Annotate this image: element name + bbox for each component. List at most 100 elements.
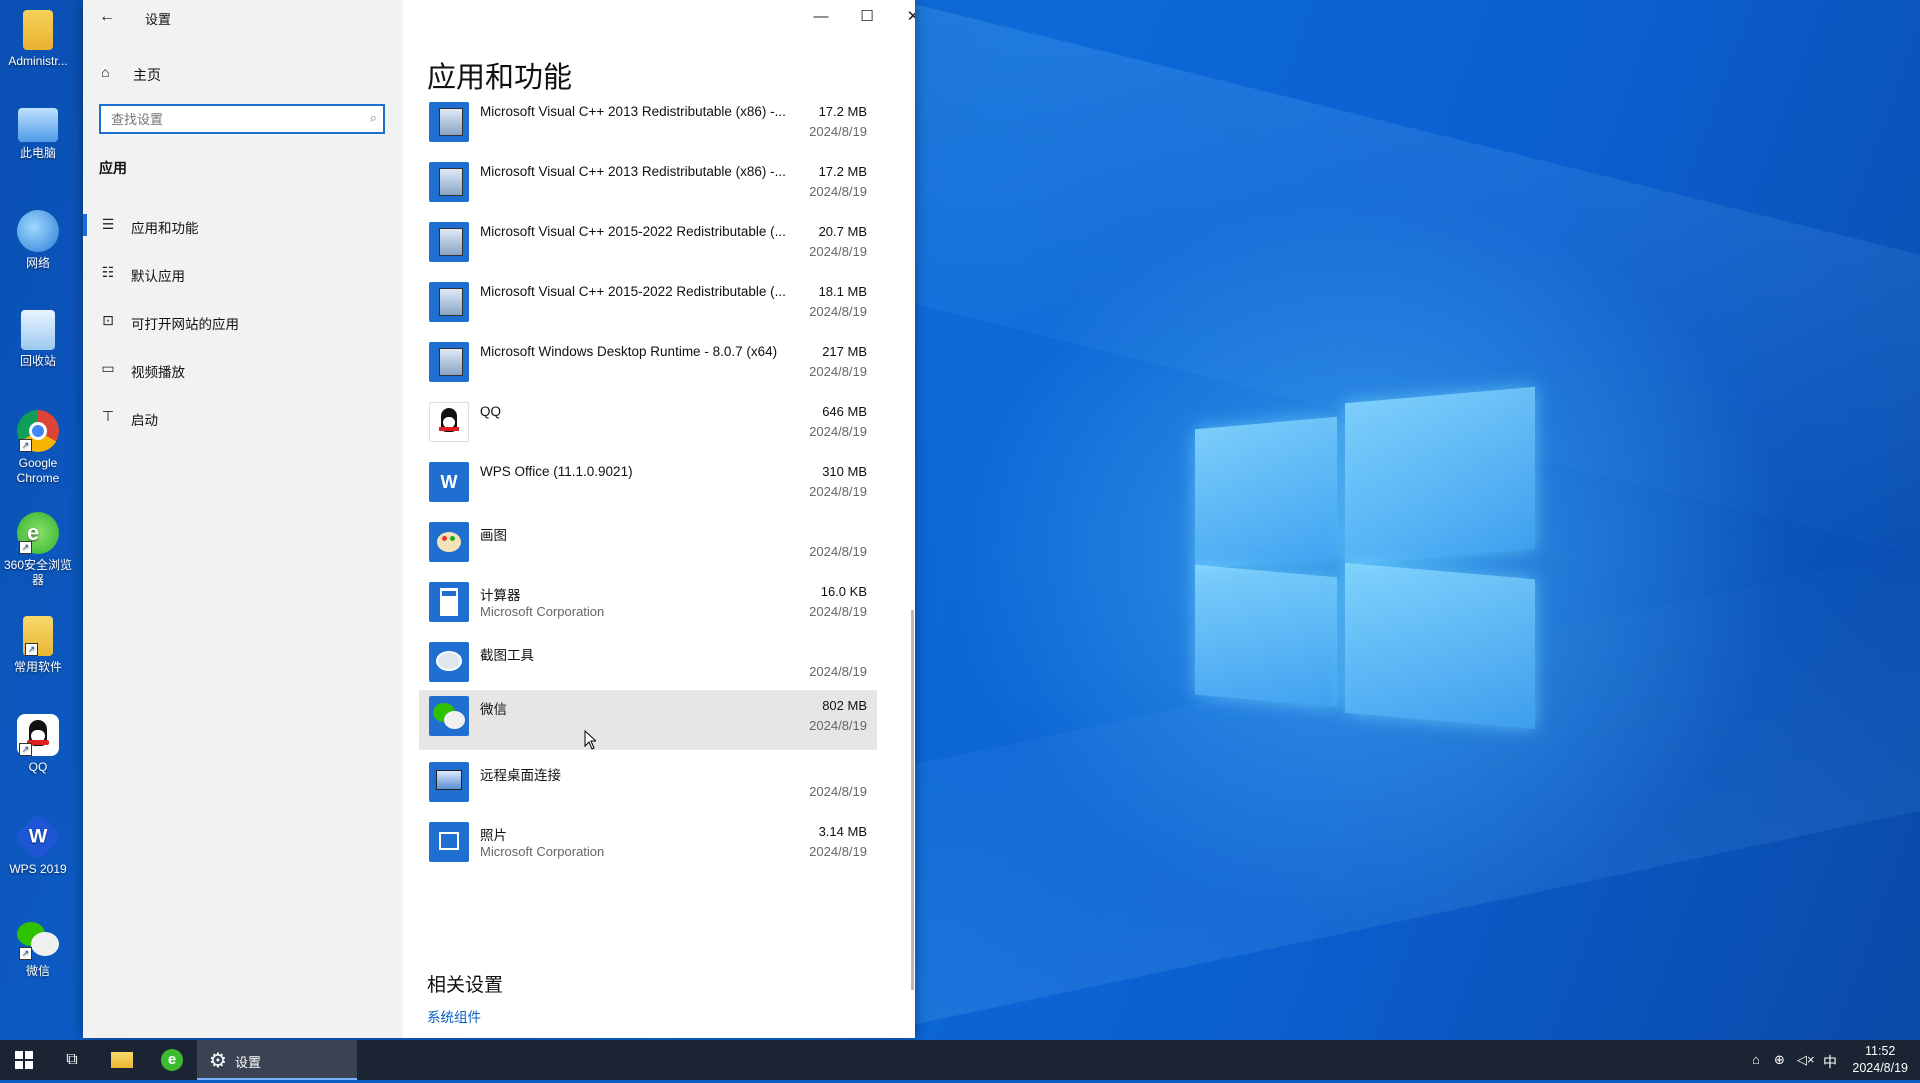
app-size: 217 MB <box>822 344 867 359</box>
app-install-date: 2024/8/19 <box>809 124 867 139</box>
calculator-icon <box>429 582 469 622</box>
desktop-icon-administrator[interactable]: Administr... <box>0 10 76 69</box>
app-name: 计算器 <box>480 588 521 603</box>
app-list-item[interactable]: Microsoft Visual C++ 2013 Redistributabl… <box>419 96 877 156</box>
recycle-bin-icon <box>21 310 55 350</box>
app-size: 17.2 MB <box>818 164 867 179</box>
installer-icon <box>429 282 469 322</box>
page-title: 应用和功能 <box>427 62 573 94</box>
desktop-icon-label: 360安全浏览器 <box>3 558 73 587</box>
desktop-icon-wps[interactable]: W WPS 2019 <box>0 812 76 877</box>
qq-icon: ↗ <box>17 714 59 756</box>
desktop-icon-label: 网络 <box>25 256 50 270</box>
minimize-icon[interactable]: — <box>799 3 843 31</box>
app-size: 18.1 MB <box>818 284 867 299</box>
taskbar-settings-button[interactable]: ⚙ 设置 <box>197 1040 357 1080</box>
desktop-icon-qq[interactable]: ↗ QQ <box>0 714 76 775</box>
sidebar-home-label: 主页 <box>133 67 161 83</box>
wechat-icon: ↗ <box>17 918 59 960</box>
clock-time: 11:52 <box>1865 1044 1896 1058</box>
wechat-icon <box>429 696 469 736</box>
volume-muted-icon[interactable]: ◁× <box>1797 1052 1815 1068</box>
website-app-icon: ⊡ <box>102 312 114 328</box>
search-input[interactable] <box>101 106 361 132</box>
app-install-date: 2024/8/19 <box>809 718 867 733</box>
file-explorer-icon[interactable] <box>98 1040 146 1080</box>
installer-icon <box>429 222 469 262</box>
desktop-icon-label: 微信 <box>25 964 50 978</box>
app-list-item[interactable]: 画图 2024/8/19 <box>419 516 877 576</box>
settings-sidebar: ← 设置 ⌂ 主页 ⌕ 应用 ☰ 应用和功能 ☷ 默认应用 ⊡ 可打开网站的应用… <box>83 0 403 1038</box>
app-list-item[interactable]: 计算器 Microsoft Corporation 16.0 KB 2024/8… <box>419 576 877 636</box>
app-name: Microsoft Visual C++ 2013 Redistributabl… <box>480 104 786 119</box>
video-icon: ▭ <box>101 360 115 376</box>
sidebar-item-label: 视频播放 <box>131 365 185 380</box>
network-globe-icon <box>17 210 59 252</box>
sidebar-item-label: 默认应用 <box>131 269 185 284</box>
close-icon[interactable]: ✕ <box>891 3 915 31</box>
app-list-item[interactable]: 照片 Microsoft Corporation 3.14 MB 2024/8/… <box>419 816 877 876</box>
installer-icon <box>429 102 469 142</box>
snipping-tool-icon <box>429 642 469 682</box>
app-list-item[interactable]: Microsoft Visual C++ 2015-2022 Redistrib… <box>419 216 877 276</box>
app-install-date: 2024/8/19 <box>809 844 867 859</box>
network-globe-icon[interactable]: ⊕ <box>1774 1052 1785 1068</box>
sidebar-item-default-apps[interactable]: ☷ 默认应用 <box>83 253 403 293</box>
sidebar-section-title: 应用 <box>99 160 127 176</box>
ime-indicator[interactable]: 中 <box>1823 1052 1837 1072</box>
desktop-icon-label: Google Chrome <box>16 456 60 485</box>
app-size: 20.7 MB <box>818 224 867 239</box>
app-install-date: 2024/8/19 <box>809 484 867 499</box>
desktop-icon-chrome[interactable]: ↗ Google Chrome <box>0 410 76 486</box>
app-list-item[interactable]: 微信 802 MB 2024/8/19 <box>419 690 877 750</box>
360-browser-taskbar-icon[interactable]: e <box>148 1040 196 1080</box>
app-publisher: Microsoft Corporation <box>480 844 605 859</box>
sidebar-item-apps-features[interactable]: ☰ 应用和功能 <box>83 205 403 245</box>
app-list-item[interactable]: Microsoft Visual C++ 2015-2022 Redistrib… <box>419 276 877 336</box>
app-list-item[interactable]: 远程桌面连接 2024/8/19 <box>419 756 877 816</box>
photos-icon <box>429 822 469 862</box>
app-list-item[interactable]: 截图工具 2024/8/19 <box>419 636 877 696</box>
start-windows-icon[interactable] <box>0 1040 48 1080</box>
wps-icon: W <box>13 812 63 862</box>
desktop-icon-label: 常用软件 <box>13 660 62 674</box>
app-list-item[interactable]: Microsoft Visual C++ 2013 Redistributabl… <box>419 156 877 216</box>
window-title: 设置 <box>145 12 172 27</box>
gear-icon: ⚙ <box>209 1050 227 1072</box>
chrome-icon: ↗ <box>17 410 59 452</box>
task-view-icon[interactable]: ⧉ <box>48 1040 96 1080</box>
app-name: WPS Office (11.1.0.9021) <box>480 464 633 479</box>
sidebar-item-video-playback[interactable]: ▭ 视频播放 <box>83 349 403 389</box>
desktop-icon-label: WPS 2019 <box>9 862 67 876</box>
app-list-item[interactable]: W WPS Office (11.1.0.9021) 310 MB 2024/8… <box>419 456 877 516</box>
desktop-icon-360-browser[interactable]: e ↗ 360安全浏览器 <box>0 512 76 588</box>
desktop-icon-recycle-bin[interactable]: 回收站 <box>0 310 76 369</box>
sidebar-item-startup[interactable]: ⊤ 启动 <box>83 397 403 437</box>
content-scrollbar[interactable] <box>911 610 914 990</box>
list-icon: ☰ <box>101 216 115 232</box>
sidebar-item-apps-for-websites[interactable]: ⊡ 可打开网站的应用 <box>83 301 403 341</box>
app-install-date: 2024/8/19 <box>809 304 867 319</box>
system-clock[interactable]: 11:52 2024/8/19 <box>1852 1043 1908 1077</box>
computer-icon <box>18 108 58 142</box>
search-icon: ⌕ <box>369 110 377 125</box>
search-settings-box[interactable]: ⌕ <box>99 104 385 134</box>
taskbar-settings-label: 设置 <box>235 1055 262 1070</box>
system-components-link[interactable]: 系统组件 <box>427 1006 481 1026</box>
sidebar-item-label: 启动 <box>131 413 158 428</box>
app-install-date: 2024/8/19 <box>809 604 867 619</box>
settings-content: — ☐ ✕ 应用和功能 Microsoft Visual C++ 2013 Re… <box>403 0 915 1038</box>
default-apps-icon: ☷ <box>101 264 115 280</box>
sidebar-home[interactable]: ⌂ 主页 <box>101 64 161 84</box>
desktop-icon-common-software[interactable]: ↗ 常用软件 <box>0 616 76 675</box>
desktop-icon-network[interactable]: 网络 <box>0 210 76 271</box>
desktop-icon-wechat[interactable]: ↗ 微信 <box>0 918 76 979</box>
desktop-icon-label: 此电脑 <box>19 146 56 160</box>
maximize-icon[interactable]: ☐ <box>845 3 889 31</box>
usb-device-icon[interactable]: ⌂ <box>1752 1052 1760 1067</box>
back-arrow-icon[interactable]: ← <box>95 6 119 28</box>
app-name: 微信 <box>480 702 507 717</box>
desktop-icon-this-pc[interactable]: 此电脑 <box>0 108 76 161</box>
app-list-item[interactable]: QQ 646 MB 2024/8/19 <box>419 396 877 456</box>
app-list-item[interactable]: Microsoft Windows Desktop Runtime - 8.0.… <box>419 336 877 396</box>
